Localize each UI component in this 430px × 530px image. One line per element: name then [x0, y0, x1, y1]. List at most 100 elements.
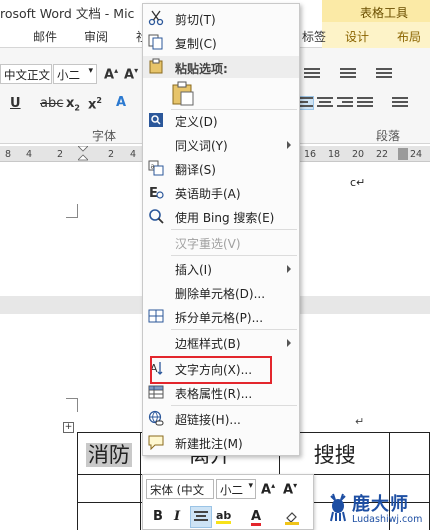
- tab-design[interactable]: 设计: [345, 28, 369, 45]
- ruler-number: 2: [108, 149, 115, 160]
- english-assistant-icon: E: [149, 186, 164, 200]
- justify-icon[interactable]: [357, 97, 373, 109]
- ruler-number: 4: [26, 149, 33, 160]
- shrink-font-icon[interactable]: A▾: [124, 66, 138, 82]
- mini-font-name-box[interactable]: 宋体 (中文: [146, 479, 214, 499]
- watermark-title: 鹿大师: [352, 494, 409, 515]
- translate-icon: a: [148, 160, 164, 176]
- cell-text-xiaofang: 消防: [85, 442, 132, 467]
- split-cells-icon: [148, 309, 164, 323]
- paste-options-header: 粘贴选项:: [143, 56, 299, 78]
- table-cell[interactable]: [389, 432, 430, 475]
- font-size-box[interactable]: 小二 ▾: [53, 64, 97, 84]
- paste-options-label: 粘贴选项:: [175, 62, 228, 76]
- italic-icon[interactable]: I: [174, 509, 180, 524]
- menu-item-delete-cells[interactable]: 删除单元格(D)...: [143, 280, 299, 304]
- table-cell[interactable]: [77, 474, 141, 503]
- contextual-group-label: 表格工具: [360, 6, 409, 20]
- menu-item-label: 表格属性(R)...: [175, 387, 253, 401]
- menu-item-label: 复制(C): [175, 37, 217, 51]
- paste-keep-text-icon[interactable]: [171, 80, 195, 106]
- watermark-logo: 鹿大师 Ludashiwj.com: [325, 490, 430, 530]
- ruler-number: 2: [57, 149, 64, 160]
- menu-item-border-styles[interactable]: 边框样式(B): [143, 330, 299, 354]
- menu-item-english-assistant[interactable]: E 英语助手(A): [143, 180, 299, 204]
- multilevel-list-icon[interactable]: [376, 68, 392, 80]
- menu-item-label: 翻译(S): [175, 163, 216, 177]
- menu-item-new-comment[interactable]: 新建批注(M): [143, 430, 299, 454]
- ruler-number: 20: [352, 149, 365, 160]
- grow-font-icon[interactable]: A▴: [261, 481, 275, 497]
- bold-icon[interactable]: B: [153, 509, 163, 524]
- line-spacing-icon[interactable]: [392, 97, 408, 109]
- menu-item-translate[interactable]: a 翻译(S): [143, 156, 299, 180]
- menu-item-label: 超链接(H)...: [175, 413, 241, 427]
- column-marker-icon[interactable]: [398, 148, 408, 160]
- tab-label[interactable]: 标签: [302, 28, 326, 45]
- font-size-value: 小二: [57, 68, 80, 82]
- menu-item-split-cells[interactable]: 拆分单元格(P)...: [143, 304, 299, 328]
- text-effects-icon[interactable]: A: [116, 95, 126, 110]
- chevron-down-icon: ▾: [248, 481, 253, 491]
- ruler-number: 24: [410, 149, 423, 160]
- table-cell[interactable]: [77, 502, 141, 530]
- deer-logo-icon: [330, 493, 346, 522]
- menu-item-label: 汉字重选(V): [175, 237, 241, 251]
- svg-text:a: a: [151, 163, 155, 171]
- new-comment-icon: [148, 435, 164, 450]
- menu-item-insert[interactable]: 插入(I): [143, 256, 299, 280]
- menu-item-define[interactable]: 定义(D): [143, 108, 299, 132]
- copy-icon: [148, 34, 163, 50]
- superscript-icon[interactable]: x2: [88, 96, 102, 112]
- menu-item-hyperlink[interactable]: 超链接(H)...: [143, 406, 299, 430]
- svg-text:E: E: [149, 186, 158, 200]
- window-title: rosoft Word 文档 - Mic: [0, 6, 135, 21]
- indent-marker-icon[interactable]: [78, 146, 88, 161]
- format-painter-icon[interactable]: [283, 508, 301, 526]
- menu-item-synonyms[interactable]: 同义词(Y): [143, 132, 299, 156]
- menu-item-copy[interactable]: 复制(C): [143, 30, 299, 54]
- mini-font-size-value: 小二: [220, 483, 243, 497]
- submenu-arrow-icon: [287, 265, 291, 273]
- font-name-value: 中文正文: [4, 68, 50, 82]
- hyperlink-icon: [148, 410, 164, 426]
- strikethrough-icon[interactable]: abc: [40, 96, 63, 111]
- bullets-icon[interactable]: [304, 68, 320, 80]
- chevron-down-icon: ▾: [88, 66, 93, 76]
- document-text: c↵: [350, 176, 366, 189]
- ruler-number: 8: [5, 149, 12, 160]
- numbering-icon[interactable]: [340, 68, 356, 80]
- table-properties-icon: [148, 385, 164, 399]
- highlight-color-icon[interactable]: ab: [216, 509, 232, 524]
- align-center-icon[interactable]: [317, 97, 333, 109]
- table-cell[interactable]: 消防: [77, 432, 141, 475]
- menu-item-label: 新建批注(M): [175, 437, 243, 451]
- annotation-highlight-box: [150, 356, 272, 384]
- font-group-label: 字体: [92, 129, 117, 143]
- search-icon: [149, 209, 164, 224]
- tab-mailings[interactable]: 邮件: [33, 28, 57, 45]
- watermark-url: Ludashiwj.com: [352, 514, 423, 525]
- font-name-box[interactable]: 中文正文: [0, 64, 52, 84]
- underline-icon[interactable]: U: [10, 96, 21, 111]
- center-align-icon[interactable]: [190, 506, 212, 528]
- align-right-icon[interactable]: [337, 97, 353, 109]
- font-color-icon[interactable]: A: [251, 509, 262, 526]
- ruler-number: 4: [130, 149, 137, 160]
- menu-item-label: 英语助手(A): [175, 187, 241, 201]
- menu-item-label: 边框样式(B): [175, 337, 241, 351]
- table-move-handle-icon[interactable]: +: [63, 422, 74, 433]
- define-icon: [149, 113, 163, 127]
- menu-item-bing-search[interactable]: 使用 Bing 搜索(E): [143, 204, 299, 228]
- mini-toolbar: 宋体 (中文 小二 ▾ A▴ A▾ B I ab A: [142, 474, 314, 530]
- shrink-font-icon[interactable]: A▾: [283, 481, 297, 497]
- subscript-icon[interactable]: x2: [66, 96, 80, 113]
- tab-review[interactable]: 审阅: [84, 28, 108, 45]
- menu-item-cut[interactable]: 剪切(T): [143, 6, 299, 30]
- submenu-arrow-icon: [287, 141, 291, 149]
- grow-font-icon[interactable]: A▴: [104, 66, 118, 82]
- menu-item-label: 定义(D): [175, 115, 218, 129]
- mini-font-name-value: 宋体 (中文: [150, 483, 205, 497]
- tab-layout[interactable]: 布局: [397, 28, 421, 45]
- mini-font-size-box[interactable]: 小二 ▾: [216, 479, 256, 499]
